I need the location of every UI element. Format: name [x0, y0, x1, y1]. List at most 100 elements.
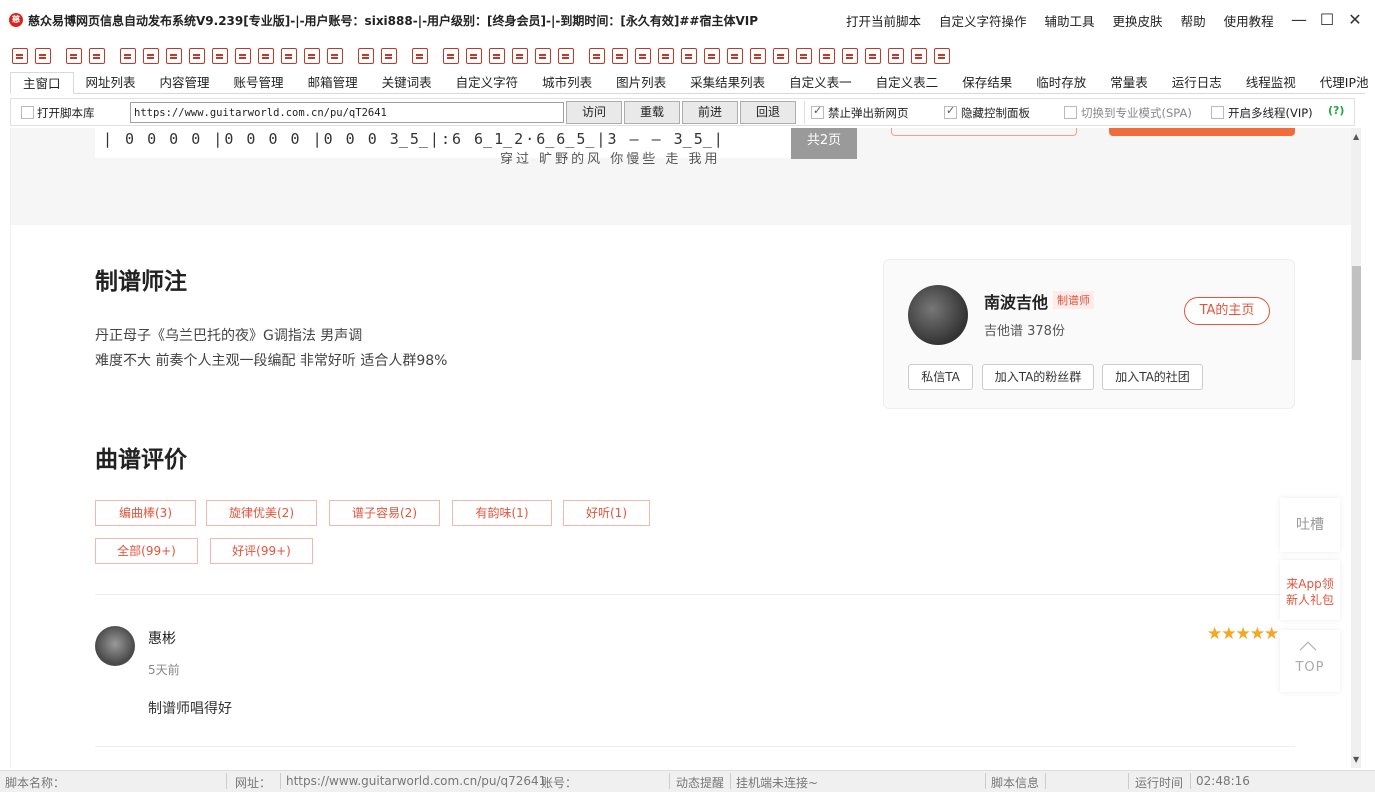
- move-up-icon[interactable]: [281, 48, 297, 64]
- doc1-icon[interactable]: [635, 48, 651, 64]
- tab-constants[interactable]: 常量表: [1098, 72, 1160, 94]
- window-icon[interactable]: [888, 48, 904, 64]
- text-icon[interactable]: [612, 48, 628, 64]
- join-club-button[interactable]: 加入TA的社团: [1102, 364, 1203, 390]
- upload-icon[interactable]: [143, 48, 159, 64]
- ip-icon[interactable]: [796, 48, 812, 64]
- box7-icon[interactable]: [911, 48, 927, 64]
- box3-icon[interactable]: [489, 48, 505, 64]
- multithread-checkbox[interactable]: [1211, 106, 1224, 119]
- copy-icon[interactable]: [212, 48, 228, 64]
- tab-main[interactable]: 主窗口: [10, 72, 74, 94]
- vertical-scrollbar[interactable]: ▲ ▼: [1351, 128, 1361, 768]
- box1-icon[interactable]: [443, 48, 459, 64]
- image-icon[interactable]: [842, 48, 858, 64]
- back-to-top-button[interactable]: TOP: [1280, 630, 1340, 692]
- commenter-name[interactable]: 惠彬: [148, 628, 176, 648]
- menu-help[interactable]: 帮助: [1181, 11, 1206, 30]
- template-icon[interactable]: [358, 48, 374, 64]
- indent-icon[interactable]: [235, 48, 251, 64]
- message-button[interactable]: 私信TA: [908, 364, 973, 390]
- doc4-icon[interactable]: [704, 48, 720, 64]
- box6-icon[interactable]: [558, 48, 574, 64]
- menu-tools[interactable]: 辅助工具: [1045, 11, 1095, 30]
- db-icon[interactable]: [865, 48, 881, 64]
- box8-icon[interactable]: [934, 48, 950, 64]
- doc3-icon[interactable]: [681, 48, 697, 64]
- minimize-button[interactable]: —: [1289, 10, 1309, 30]
- box2-icon[interactable]: [466, 48, 482, 64]
- box4-icon[interactable]: [512, 48, 528, 64]
- author-avatar[interactable]: [908, 285, 968, 345]
- outline-button[interactable]: [891, 128, 1077, 136]
- scroll-thumb[interactable]: [1352, 266, 1361, 360]
- tab-proxy[interactable]: 代理IP池: [1308, 72, 1375, 94]
- feedback-button[interactable]: 吐槽: [1280, 498, 1340, 552]
- block-popup-checkbox[interactable]: [811, 104, 824, 119]
- back-button[interactable]: 回退: [740, 101, 796, 124]
- import-icon[interactable]: [12, 48, 28, 64]
- menu-tutorial[interactable]: 使用教程: [1224, 11, 1274, 30]
- app-promo-button[interactable]: 来App领新人礼包: [1280, 560, 1340, 620]
- tab-custom-table2[interactable]: 自定义表二: [864, 72, 951, 94]
- maximize-button[interactable]: ☐: [1317, 10, 1337, 30]
- review-tag[interactable]: 全部(99+): [95, 538, 198, 564]
- tab-images[interactable]: 图片列表: [604, 72, 678, 94]
- doc7-icon[interactable]: [773, 48, 789, 64]
- tab-save-results[interactable]: 保存结果: [950, 72, 1024, 94]
- download-icon[interactable]: [120, 48, 136, 64]
- review-tag[interactable]: 旋律优美(2): [206, 500, 317, 526]
- js-icon[interactable]: [589, 48, 605, 64]
- review-tag[interactable]: 有韵味(1): [452, 500, 552, 526]
- review-tag[interactable]: 谱子容易(2): [329, 500, 440, 526]
- spa-mode-checkbox[interactable]: [1064, 106, 1077, 119]
- list-icon[interactable]: [89, 48, 105, 64]
- tab-accounts[interactable]: 账号管理: [222, 72, 296, 94]
- forward-button[interactable]: 前进: [682, 101, 738, 124]
- close-button[interactable]: ✕: [1345, 10, 1365, 30]
- chart-icon[interactable]: [819, 48, 835, 64]
- url-input[interactable]: [130, 102, 564, 123]
- tab-collect-results[interactable]: 采集结果列表: [678, 72, 777, 94]
- tab-temp[interactable]: 临时存放: [1024, 72, 1098, 94]
- tab-cities[interactable]: 城市列表: [530, 72, 604, 94]
- scroll-up-icon[interactable]: ▲: [1353, 132, 1359, 141]
- delete-icon[interactable]: [189, 48, 205, 64]
- join-fans-button[interactable]: 加入TA的粉丝群: [982, 364, 1094, 390]
- template2-icon[interactable]: [381, 48, 397, 64]
- review-tag[interactable]: 编曲棒(3): [95, 500, 196, 526]
- commenter-avatar[interactable]: [95, 626, 135, 666]
- tab-content[interactable]: 内容管理: [148, 72, 222, 94]
- tab-url-list[interactable]: 网址列表: [74, 72, 148, 94]
- menu-custom-char[interactable]: 自定义字符操作: [939, 11, 1027, 30]
- hide-panel-checkbox[interactable]: [944, 104, 957, 119]
- tab-threads[interactable]: 线程监视: [1234, 72, 1308, 94]
- save-icon[interactable]: [35, 48, 51, 64]
- tab-mail[interactable]: 邮箱管理: [296, 72, 370, 94]
- clear-icon[interactable]: [166, 48, 182, 64]
- author-home-button[interactable]: TA的主页: [1184, 297, 1270, 325]
- reload-button[interactable]: 重载: [624, 101, 680, 124]
- tab-custom-table1[interactable]: 自定义表一: [777, 72, 864, 94]
- review-tag[interactable]: 好听(1): [563, 500, 650, 526]
- help-link[interactable]: (?): [1328, 104, 1344, 117]
- doc5-icon[interactable]: [727, 48, 743, 64]
- table-icon[interactable]: [327, 48, 343, 64]
- review-tag[interactable]: 好评(99+): [210, 538, 313, 564]
- open-script-lib-checkbox[interactable]: [21, 106, 34, 119]
- doc2-icon[interactable]: [658, 48, 674, 64]
- layout-icon[interactable]: [66, 48, 82, 64]
- grid-icon[interactable]: [412, 48, 428, 64]
- tab-log[interactable]: 运行日志: [1160, 72, 1234, 94]
- box5-icon[interactable]: [535, 48, 551, 64]
- menu-open-script[interactable]: 打开当前脚本: [846, 11, 921, 30]
- pages-badge[interactable]: 共2页: [791, 128, 857, 159]
- move-down-icon[interactable]: [258, 48, 274, 64]
- primary-button[interactable]: [1109, 128, 1295, 136]
- frame-icon[interactable]: [304, 48, 320, 64]
- author-name[interactable]: 南波吉他: [984, 289, 1048, 313]
- doc6-icon[interactable]: [750, 48, 766, 64]
- menu-skin[interactable]: 更换皮肤: [1113, 11, 1163, 30]
- scroll-down-icon[interactable]: ▼: [1353, 755, 1359, 764]
- tab-keywords[interactable]: 关键词表: [370, 72, 444, 94]
